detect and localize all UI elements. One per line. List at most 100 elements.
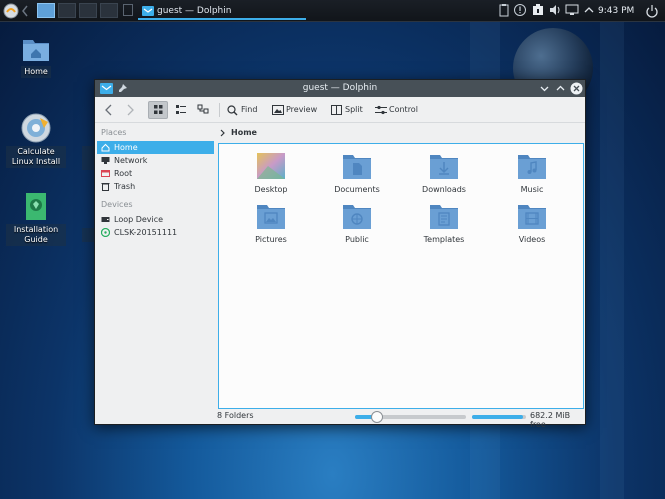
status-summary: 8 Folders [217, 411, 254, 420]
compact-view-button[interactable] [171, 101, 191, 119]
folder-videos[interactable]: Videos [492, 202, 572, 244]
folder-public[interactable]: Public [317, 202, 397, 244]
folder-desktop[interactable]: Desktop [231, 152, 311, 194]
task-dolphin[interactable]: guest — Dolphin [138, 2, 306, 20]
zoom-slider[interactable] [355, 411, 466, 423]
task-title: guest — Dolphin [157, 6, 232, 16]
folder-documents[interactable]: Documents [317, 152, 397, 194]
zoom-slider-handle[interactable] [371, 411, 384, 423]
root-folder-icon [101, 170, 110, 177]
desktop-item-home[interactable]: Home [6, 34, 66, 78]
place-home[interactable]: Home [97, 141, 214, 154]
place-network[interactable]: Network [97, 154, 214, 167]
details-view-button[interactable] [194, 101, 214, 119]
file-name: Pictures [255, 235, 287, 244]
videos-folder-icon [518, 205, 546, 229]
network-icon [101, 157, 110, 164]
back-icon[interactable] [100, 101, 118, 119]
power-icon[interactable] [645, 4, 659, 18]
place-trash[interactable]: Trash [97, 180, 214, 193]
desktop-item-label: Installation Guide [6, 224, 66, 246]
forward-icon[interactable] [121, 101, 139, 119]
music-folder-icon [518, 155, 546, 179]
minimize-icon[interactable] [539, 83, 550, 94]
window-titlebar[interactable]: guest — Dolphin [95, 80, 585, 97]
places-header: Places [101, 128, 127, 137]
folder-music[interactable]: Music [492, 152, 572, 194]
desktop-item-calculate-install[interactable]: Calculate Linux Install [6, 112, 66, 168]
pager-desktop-4[interactable] [100, 3, 118, 18]
icons-view-icon [154, 105, 163, 114]
downloads-folder-icon [430, 155, 458, 179]
public-folder-icon [343, 205, 371, 229]
pager-desktop-2[interactable] [58, 3, 76, 18]
split-view-icon [331, 105, 342, 115]
free-space-bar [472, 415, 526, 419]
window-title: guest — Dolphin [302, 83, 378, 93]
desktop-item-partial[interactable] [82, 146, 94, 170]
folder-pictures[interactable]: Pictures [231, 202, 311, 244]
background-light-stripe [600, 0, 624, 499]
find-button[interactable]: Find [225, 101, 257, 119]
window-list-icon[interactable] [123, 4, 133, 16]
place-label: Trash [114, 182, 136, 191]
application-menu-icon[interactable] [3, 3, 19, 19]
toolbar: Find Preview Split Control [95, 97, 585, 123]
place-label: Network [114, 156, 148, 165]
dolphin-window: guest — Dolphin Find Preview Split Contr… [94, 79, 586, 429]
file-name: Desktop [254, 185, 288, 194]
file-name: Documents [334, 185, 380, 194]
split-label: Split [345, 105, 363, 114]
split-button[interactable]: Split [329, 101, 363, 119]
clock[interactable]: 9:43 PM [598, 0, 634, 22]
devices-header: Devices [101, 200, 133, 209]
optical-disc-icon [101, 228, 110, 237]
device-label: Loop Device [114, 215, 164, 224]
desktop-item-label: Home [21, 66, 51, 78]
find-label: Find [241, 105, 258, 114]
device-label: CLSK-20151111 [114, 228, 178, 237]
folder-templates[interactable]: Templates [404, 202, 484, 244]
show-desktop-icon[interactable] [22, 5, 32, 17]
installer-disc-icon [21, 113, 51, 143]
pager-desktop-3[interactable] [79, 3, 97, 18]
volume-icon[interactable] [548, 3, 562, 17]
control-menu-icon [375, 105, 387, 115]
desktop-item-partial[interactable] [82, 228, 94, 242]
device-loop[interactable]: Loop Device [97, 213, 214, 226]
place-label: Root [114, 169, 133, 178]
desktop-item-label: Calculate Linux Install [6, 146, 66, 168]
updates-icon[interactable] [531, 3, 545, 17]
maximize-icon[interactable] [555, 83, 566, 94]
network-status-icon[interactable] [565, 3, 579, 17]
tray-expand-icon[interactable] [582, 3, 596, 17]
file-name: Music [520, 185, 544, 194]
desktop-item-installation-guide[interactable]: Installation Guide [6, 192, 66, 246]
file-name: Templates [423, 235, 465, 244]
control-label: Control [389, 105, 418, 114]
notifications-icon[interactable] [513, 3, 527, 17]
desktop-folder-icon [257, 153, 285, 179]
folder-downloads[interactable]: Downloads [404, 152, 484, 194]
preview-label: Preview [286, 105, 318, 114]
breadcrumb[interactable]: Home [217, 126, 257, 140]
breadcrumb-chevron-icon [220, 129, 225, 137]
control-button[interactable]: Control [373, 101, 418, 119]
breadcrumb-label: Home [231, 128, 257, 137]
guide-document-icon [26, 193, 46, 220]
clipboard-icon[interactable] [497, 3, 511, 17]
pictures-folder-icon [257, 205, 285, 229]
preview-button[interactable]: Preview [270, 101, 317, 119]
documents-folder-icon [343, 155, 371, 179]
place-root[interactable]: Root [97, 167, 214, 180]
device-clsk[interactable]: CLSK-20151111 [97, 226, 214, 239]
search-icon [227, 105, 238, 116]
trash-icon [101, 183, 110, 191]
file-view[interactable]: Desktop Documents Downloads Music Pictur… [218, 143, 584, 409]
close-icon[interactable] [570, 82, 583, 95]
pager-desktop-1[interactable] [37, 3, 55, 18]
templates-folder-icon [430, 205, 458, 229]
dolphin-icon [142, 6, 154, 16]
compact-view-icon [176, 105, 186, 114]
icons-view-button[interactable] [148, 101, 168, 119]
